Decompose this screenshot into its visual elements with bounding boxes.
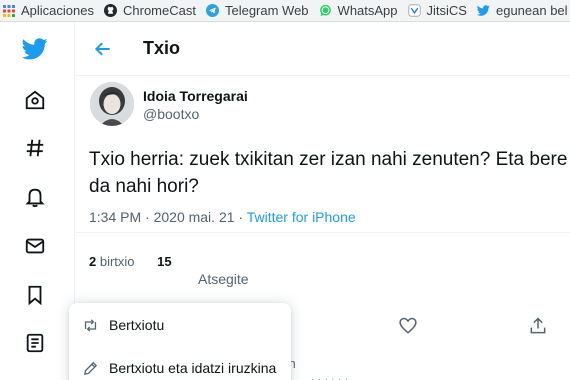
bookmarks-bar: Aplicaciones ChromeCast Telegram Web Wha…	[0, 0, 570, 22]
home-icon[interactable]	[22, 87, 48, 113]
tweet-meta: 1:34 PM · 2020 mai. 21 · Twitter for iPh…	[89, 209, 356, 225]
bookmark-label: egunean bel	[495, 3, 568, 18]
menu-item-retweet[interactable]: Bertxiotu	[69, 305, 291, 345]
menu-item-quote-tweet[interactable]: Bertxiotu eta idatzi iruzkina	[69, 348, 291, 380]
bookmark-label: WhatsApp	[337, 3, 398, 18]
pencil-icon	[81, 359, 99, 377]
retweet-menu: Bertxiotu Bertxiotu eta idatzi iruzkina	[69, 303, 291, 380]
bookmark-icon[interactable]	[22, 282, 48, 308]
whatsapp-icon	[319, 4, 332, 17]
list-icon[interactable]	[22, 330, 48, 356]
likes-label[interactable]: Atsegite	[198, 271, 249, 287]
hashtag-icon[interactable]	[22, 135, 48, 161]
menu-item-label: Bertxiotu	[109, 317, 165, 333]
twitter-bird-icon	[476, 4, 490, 17]
likes-count[interactable]: 15	[157, 254, 171, 269]
bookmark-telegram[interactable]: Telegram Web	[205, 3, 309, 18]
apps-grid-icon	[2, 4, 15, 17]
retweets-label[interactable]: birtxio	[100, 254, 135, 269]
side-navigation	[0, 22, 75, 380]
reply-preview-fragment: · · · · · ·	[311, 374, 349, 380]
bookmark-label: Telegram Web	[224, 3, 309, 18]
author-name[interactable]: Idoia Torregarai	[143, 88, 248, 104]
retweet-icon	[81, 316, 99, 334]
bookmark-chromecast[interactable]: ChromeCast	[104, 3, 196, 18]
tweet-stats: 2 birtxio 15	[89, 254, 172, 269]
github-icon	[104, 4, 117, 17]
twitter-logo-icon[interactable]	[22, 36, 48, 62]
mail-icon[interactable]	[22, 233, 48, 259]
author-handle[interactable]: @bootxo	[143, 106, 199, 122]
tweet-time[interactable]: 1:34 PM · 2020 mai. 21 ·	[89, 209, 247, 225]
tweet-source[interactable]: Twitter for iPhone	[247, 209, 356, 225]
bookmark-egunean[interactable]: egunean bel	[476, 3, 568, 18]
bookmark-jitsics[interactable]: JitsiCS	[407, 3, 467, 18]
bookmark-aplicaciones[interactable]: Aplicaciones	[2, 3, 94, 18]
page-title: Txio	[143, 38, 181, 58]
tweet-text: Txio herria: zuek txikitan zer izan nahi…	[89, 149, 568, 197]
bookmark-label: ChromeCast	[123, 3, 196, 18]
page-header: Txio	[76, 22, 570, 76]
avatar[interactable]	[90, 82, 134, 126]
retweets-count[interactable]: 2	[89, 254, 96, 269]
bell-icon[interactable]	[22, 184, 48, 210]
heart-icon[interactable]	[397, 315, 419, 337]
bookmark-label: Aplicaciones	[21, 3, 94, 18]
bookmark-label: JitsiCS	[426, 3, 467, 18]
share-icon[interactable]	[527, 315, 549, 337]
jitsi-icon	[407, 4, 421, 17]
telegram-icon	[205, 4, 219, 17]
back-arrow-icon[interactable]	[92, 38, 114, 60]
menu-item-label: Bertxiotu eta idatzi iruzkina	[109, 360, 277, 376]
divider	[76, 232, 570, 233]
bookmark-whatsapp[interactable]: WhatsApp	[319, 3, 398, 18]
